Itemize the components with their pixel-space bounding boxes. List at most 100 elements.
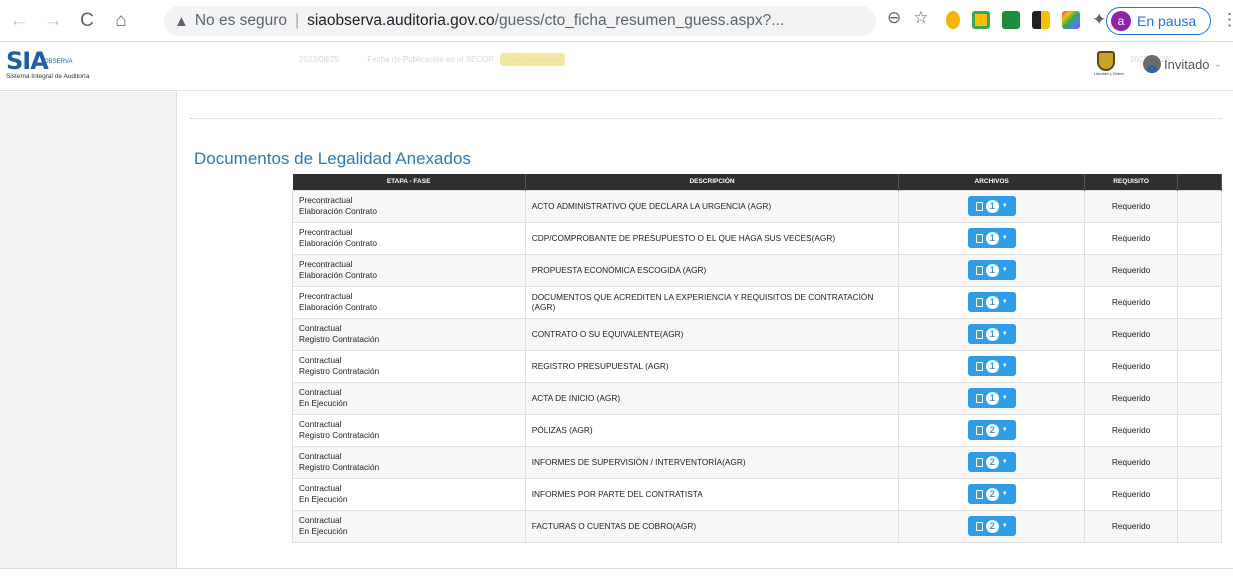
files-dropdown-button[interactable]: 1 ▼ bbox=[967, 324, 1016, 344]
footer-divider bbox=[0, 568, 1233, 578]
archivos-cell: 1 ▼ bbox=[898, 381, 1086, 415]
browser-toolbar: ← → C ⌂ ▲ No es seguro | siaobserva.audi… bbox=[0, 0, 1233, 42]
files-dropdown-button[interactable]: 1 ▼ bbox=[967, 356, 1016, 376]
files-dropdown-button[interactable]: 2 ▼ bbox=[967, 420, 1016, 440]
caret-down-icon: ▼ bbox=[1001, 299, 1008, 305]
extra-cell bbox=[1177, 413, 1222, 447]
etapa-label: Contractual bbox=[299, 515, 342, 525]
url-host: siaobserva.auditoria.gov.co bbox=[307, 12, 495, 29]
requisito-cell: Requerido bbox=[1084, 509, 1179, 543]
header-requisito: REQUISITO bbox=[1084, 174, 1179, 190]
extra-cell bbox=[1177, 253, 1222, 287]
address-bar[interactable]: ▲ No es seguro | siaobserva.auditoria.go… bbox=[164, 6, 876, 36]
extension-sheet-icon[interactable] bbox=[1002, 11, 1020, 29]
descripcion-cell: CDP/COMPROBANTE DE PRESUPUESTO O EL QUE … bbox=[524, 221, 900, 255]
star-icon[interactable]: ☆ bbox=[913, 8, 928, 28]
archivos-cell: 2 ▼ bbox=[898, 509, 1086, 543]
etapa-label: Contractual bbox=[299, 483, 342, 493]
copy-icon bbox=[975, 233, 983, 243]
extension-photo-icon[interactable] bbox=[972, 11, 990, 29]
caret-down-icon: ▼ bbox=[1001, 363, 1008, 369]
table-row: Contractual En Ejecución FACTURAS O CUENTA… bbox=[292, 509, 1222, 543]
files-dropdown-button[interactable]: 1 ▼ bbox=[967, 292, 1016, 312]
descripcion-cell: PÓLIZAS (AGR) bbox=[524, 413, 900, 447]
copy-icon bbox=[975, 329, 983, 339]
user-menu[interactable]: Invitado ⌄ bbox=[1143, 55, 1222, 73]
table-row: Precontractual Elaboración Contrato PROPUE… bbox=[292, 253, 1222, 287]
etapa-fase-cell: Contractual Registro Contratación bbox=[292, 413, 526, 447]
insecure-label[interactable]: No es seguro bbox=[195, 12, 287, 30]
files-count-badge: 2 bbox=[985, 487, 999, 501]
etapa-fase-cell: Contractual En Ejecución bbox=[292, 381, 526, 415]
header-extra bbox=[1177, 174, 1222, 190]
menu-icon[interactable]: ⋮ bbox=[1221, 10, 1233, 30]
archivos-cell: 1 ▼ bbox=[898, 221, 1086, 255]
table-row: Precontractual Elaboración Contrato ACTO A… bbox=[292, 189, 1222, 223]
etapa-fase-cell: Contractual En Ejecución bbox=[292, 509, 526, 543]
table-row: Precontractual Elaboración Contrato CDP/CO… bbox=[292, 221, 1222, 255]
archivos-cell: 2 ▼ bbox=[898, 477, 1086, 511]
table-row: Contractual Registro Contratación REGISTRO… bbox=[292, 349, 1222, 383]
extra-cell bbox=[1177, 189, 1222, 223]
files-dropdown-button[interactable]: 2 ▼ bbox=[967, 484, 1016, 504]
etapa-label: Contractual bbox=[299, 323, 342, 333]
copy-icon bbox=[975, 425, 983, 435]
colombia-crest-icon: Libertad y Orden bbox=[1094, 51, 1124, 81]
caret-down-icon: ▼ bbox=[1001, 427, 1008, 433]
caret-down-icon: ▼ bbox=[1001, 491, 1008, 497]
fase-label: Elaboración Contrato bbox=[299, 302, 377, 312]
descripcion-cell: ACTO ADMINISTRATIVO QUE DECLARA LA URGEN… bbox=[524, 189, 900, 223]
requisito-cell: Requerido bbox=[1084, 253, 1179, 287]
caret-down-icon: ▼ bbox=[1001, 395, 1008, 401]
fase-label: Elaboración Contrato bbox=[299, 238, 377, 248]
files-dropdown-button[interactable]: 1 ▼ bbox=[967, 260, 1016, 280]
copy-icon bbox=[975, 521, 983, 531]
archivos-cell: 2 ▼ bbox=[898, 445, 1086, 479]
files-dropdown-button[interactable]: 2 ▼ bbox=[967, 516, 1016, 536]
extra-cell bbox=[1177, 285, 1222, 319]
faded-pub-label: Fecha de Publicación en el SECOP bbox=[367, 55, 494, 64]
fase-label: Registro Contratación bbox=[299, 366, 380, 376]
forward-icon[interactable]: → bbox=[38, 6, 68, 36]
zoom-icon[interactable]: ⊖ bbox=[887, 8, 901, 28]
extension-bulb-icon[interactable] bbox=[946, 11, 960, 29]
files-dropdown-button[interactable]: 1 ▼ bbox=[967, 388, 1016, 408]
warning-icon: ▲ bbox=[174, 12, 189, 30]
fase-label: Elaboración Contrato bbox=[299, 270, 377, 280]
puzzle-icon[interactable]: ✦ bbox=[1092, 11, 1106, 29]
extension-color-icon[interactable] bbox=[1062, 11, 1080, 29]
extension-grid-icon[interactable] bbox=[1032, 11, 1050, 29]
extra-cell bbox=[1177, 221, 1222, 255]
requisito-cell: Requerido bbox=[1084, 413, 1179, 447]
user-label: Invitado bbox=[1164, 56, 1210, 72]
logo-sub-brand: OBSERVA bbox=[44, 59, 73, 65]
etapa-label: Contractual bbox=[299, 387, 342, 397]
files-count-badge: 1 bbox=[985, 359, 999, 373]
table-row: Contractual Registro Contratación PÓLIZAS … bbox=[292, 413, 1222, 447]
descripcion-cell: DOCUMENTOS QUE ACREDITEN LA EXPERIENCIA … bbox=[524, 285, 900, 319]
fase-label: Registro Contratación bbox=[299, 462, 380, 472]
descripcion-cell: INFORMES POR PARTE DEL CONTRATISTA bbox=[524, 477, 900, 511]
back-icon[interactable]: ← bbox=[4, 6, 34, 36]
etapa-fase-cell: Precontractual Elaboración Contrato bbox=[292, 253, 526, 287]
caret-down-icon: ▼ bbox=[1001, 523, 1008, 529]
sia-logo[interactable]: SIA OBSERVA Sistema Integral de Auditorí… bbox=[6, 49, 89, 87]
extra-cell bbox=[1177, 349, 1222, 383]
files-dropdown-button[interactable]: 2 ▼ bbox=[967, 452, 1016, 472]
descripcion-cell: INFORMES DE SUPERVISIÓN / INTERVENTORÍA(… bbox=[524, 445, 900, 479]
table-row: Contractual Registro Contratación CONTRATO… bbox=[292, 317, 1222, 351]
extra-cell bbox=[1177, 381, 1222, 415]
home-icon[interactable]: ⌂ bbox=[106, 6, 136, 36]
caret-down-icon: ▼ bbox=[1001, 459, 1008, 465]
archivos-cell: 1 ▼ bbox=[898, 317, 1086, 351]
site-header: SIA OBSERVA Sistema Integral de Auditorí… bbox=[0, 43, 1233, 91]
files-dropdown-button[interactable]: 1 ▼ bbox=[967, 228, 1016, 248]
header-archivos: ARCHIVOS bbox=[898, 174, 1086, 190]
descripcion-cell: PROPUESTA ECONÓMICA ESCOGIDA (AGR) bbox=[524, 253, 900, 287]
profile-paused-button[interactable]: a En pausa bbox=[1106, 7, 1211, 35]
left-sidebar bbox=[0, 92, 177, 578]
caret-down-icon: ▼ bbox=[1001, 235, 1008, 241]
reload-icon[interactable]: C bbox=[72, 6, 102, 36]
files-dropdown-button[interactable]: 1 ▼ bbox=[967, 196, 1016, 216]
files-count-badge: 1 bbox=[985, 391, 999, 405]
